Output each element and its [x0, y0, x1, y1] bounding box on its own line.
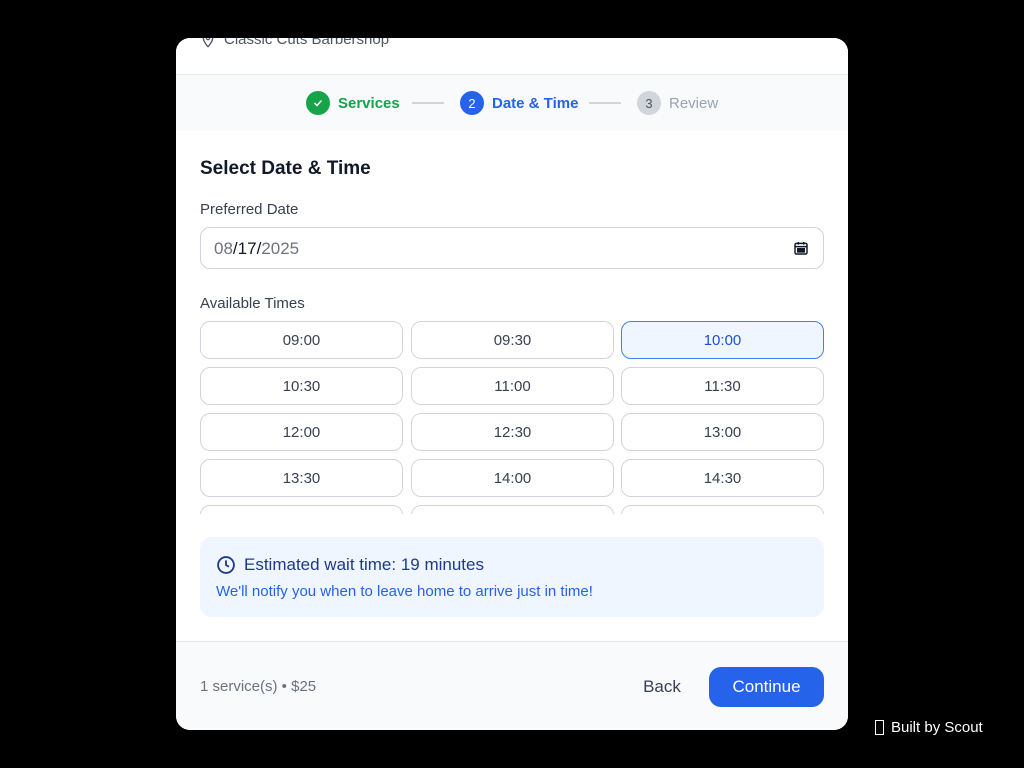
- time-slot-button[interactable]: 12:30: [411, 413, 614, 451]
- clock-icon: [217, 556, 235, 574]
- modal-footer: 1 service(s) • $25 Back Continue: [176, 641, 848, 730]
- time-slot-button[interactable]: 14:00: [411, 459, 614, 497]
- date-value: 08/17/2025: [214, 239, 300, 258]
- time-slot-button-partial[interactable]: [200, 505, 403, 514]
- step-review: 3 Review: [637, 75, 718, 131]
- wait-title: Estimated wait time: 19 minutes: [244, 555, 484, 574]
- date-month: 08: [214, 239, 233, 258]
- back-button[interactable]: Back: [628, 667, 696, 707]
- time-slot-button[interactable]: 10:00: [621, 321, 824, 359]
- continue-button[interactable]: Continue: [709, 667, 824, 707]
- step-number: 2: [460, 91, 484, 115]
- built-by-label: Built by Scout: [891, 719, 983, 736]
- time-slot-button[interactable]: 13:30: [200, 459, 403, 497]
- time-slot-button[interactable]: 10:30: [200, 367, 403, 405]
- scout-logo-icon: [875, 720, 884, 735]
- step-connector: [589, 102, 621, 104]
- time-slot-button[interactable]: 13:00: [621, 413, 824, 451]
- time-slot-button[interactable]: 11:00: [411, 367, 614, 405]
- calendar-icon[interactable]: [793, 240, 809, 256]
- step-complete-check-icon: [306, 91, 330, 115]
- time-slot-button-partial[interactable]: [621, 505, 824, 514]
- times-label: Available Times: [200, 295, 305, 312]
- booking-modal: Classic Cuts Barbershop Services 2 Date …: [176, 38, 848, 730]
- step-number: 3: [637, 91, 661, 115]
- step-services: Services: [306, 75, 400, 131]
- step-label: Services: [338, 94, 400, 112]
- time-slot-button[interactable]: 09:00: [200, 321, 403, 359]
- time-slot-button-partial[interactable]: [411, 505, 614, 514]
- wait-subtitle: We'll notify you when to leave home to a…: [216, 583, 593, 600]
- date-label: Preferred Date: [200, 201, 299, 218]
- date-input[interactable]: 08/17/2025: [200, 227, 824, 269]
- step-date-time: 2 Date & Time: [460, 75, 578, 131]
- time-slot-button[interactable]: 14:30: [621, 459, 824, 497]
- section-title: Select Date & Time: [200, 158, 371, 179]
- shop-name: Classic Cuts Barbershop: [224, 38, 390, 48]
- time-slot-button[interactable]: 09:30: [411, 321, 614, 359]
- step-label: Review: [669, 94, 719, 112]
- date-year: 2025: [261, 239, 300, 258]
- step-label: Date & Time: [492, 94, 579, 112]
- built-by-badge[interactable]: Built by Scout: [875, 719, 983, 736]
- time-slot-button[interactable]: 12:00: [200, 413, 403, 451]
- time-slot-grid: 09:00 09:30 10:00 10:30 11:00 11:30 12:00 12:30…: [200, 321, 824, 514]
- map-pin-icon: [202, 38, 214, 48]
- step-connector: [412, 102, 444, 104]
- order-summary: 1 service(s) • $25: [200, 678, 317, 695]
- time-slot-button[interactable]: 11:30: [621, 367, 824, 405]
- shop-header: Classic Cuts Barbershop: [176, 38, 848, 75]
- date-day: 17: [237, 239, 257, 258]
- wait-time-notice: Estimated wait time: 19 minutes We'll no…: [200, 537, 824, 617]
- progress-stepper: Services 2 Date & Time 3 Review: [176, 75, 848, 131]
